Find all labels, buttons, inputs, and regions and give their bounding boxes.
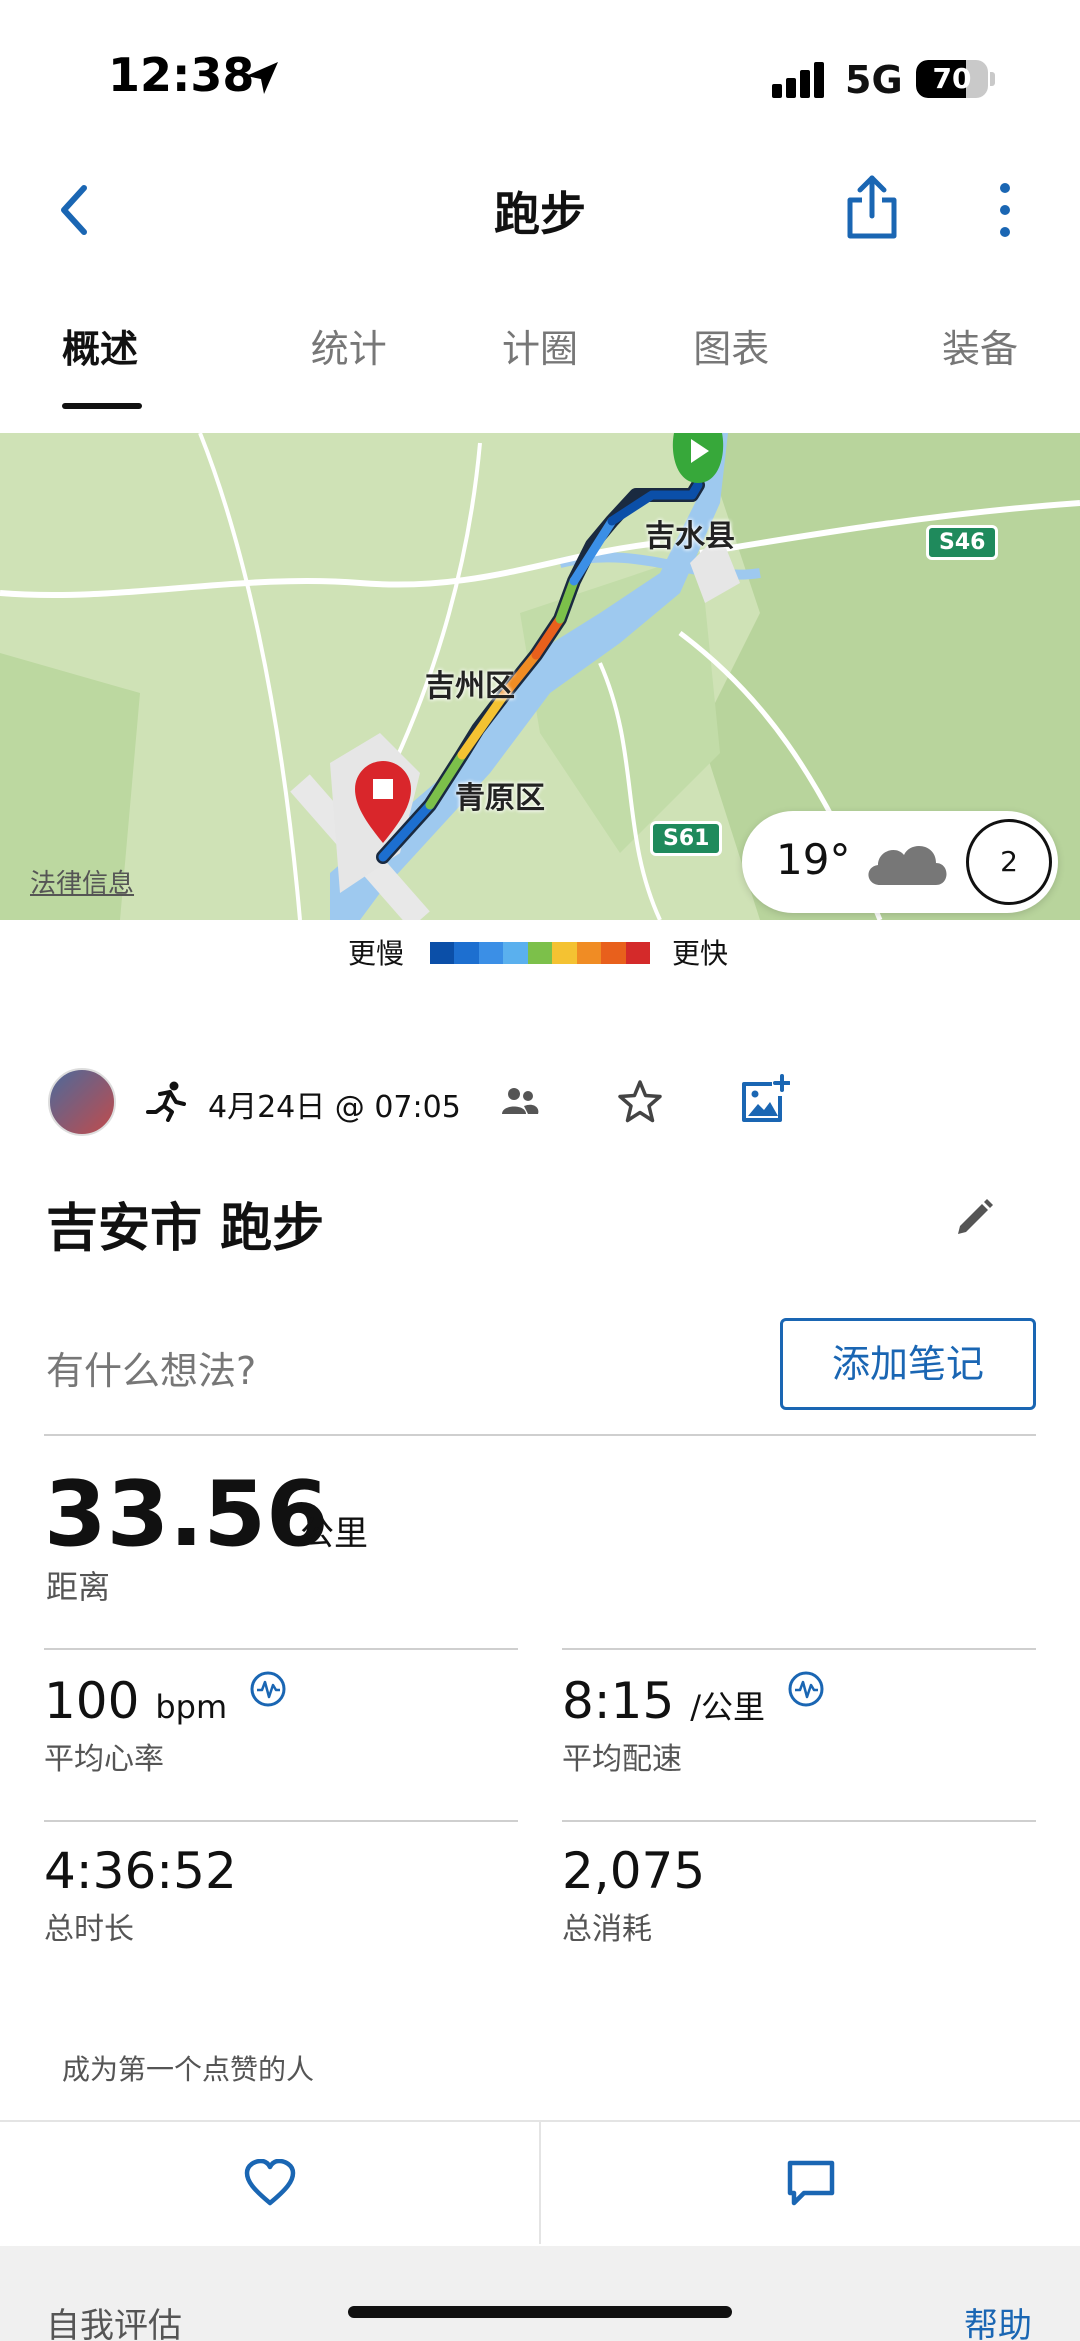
status-time: 12:38 xyxy=(108,48,255,102)
cloud-icon xyxy=(868,845,947,885)
calories-label: 总消耗 xyxy=(562,1912,652,1947)
battery-icon: 70 xyxy=(916,60,988,98)
weather-temperature: 19° xyxy=(776,835,851,884)
avg-hr-value: 100 xyxy=(44,1672,140,1730)
avg-pace-label: 平均配速 xyxy=(562,1742,682,1777)
road-sign-s61: S61 xyxy=(650,821,723,856)
legend-color-swatch xyxy=(503,942,528,964)
total-time-stat: 4:36:52 总时长 xyxy=(44,1842,514,1948)
activity-date: 4月24日 @ 07:05 xyxy=(208,1090,461,1125)
avg-hr-unit: bpm xyxy=(155,1688,228,1726)
legend-slow-label: 更慢 xyxy=(348,937,405,970)
route-map[interactable]: 吉水县 吉州区 青原区 S46 S61 法律信息 19° 2 xyxy=(0,433,1080,920)
heart-icon xyxy=(244,2159,295,2206)
nav-bar: 跑步 xyxy=(0,150,1080,270)
legal-info-link[interactable]: 法律信息 xyxy=(30,863,134,900)
edit-pencil-icon[interactable] xyxy=(952,1196,996,1240)
distance-unit: 公里 xyxy=(300,1514,368,1554)
avg-heart-rate-stat: 100 bpm 平均心率 xyxy=(44,1670,514,1778)
running-icon xyxy=(146,1081,186,1122)
location-arrow-icon xyxy=(246,62,278,94)
like-button[interactable] xyxy=(0,2122,539,2244)
tab-overview[interactable]: 概述 xyxy=(0,300,253,415)
share-icon[interactable] xyxy=(842,172,902,242)
tab-gear[interactable]: 装备 xyxy=(827,300,1080,415)
legend-color-swatch xyxy=(576,942,602,964)
activity-title: 吉安市 跑步 xyxy=(46,1199,325,1259)
avg-hr-label: 平均心率 xyxy=(44,1742,164,1777)
divider xyxy=(562,1820,1036,1822)
weather-badge[interactable]: 19° 2 xyxy=(742,811,1058,913)
home-indicator[interactable] xyxy=(348,2306,732,2318)
avg-pace-unit: /公里 xyxy=(690,1688,765,1726)
legend-color-bar xyxy=(430,942,650,964)
map-label-jizhou: 吉州区 xyxy=(425,669,515,704)
add-note-button[interactable]: 添加笔记 xyxy=(780,1318,1036,1410)
battery-percent: 70 xyxy=(932,62,972,95)
note-prompt[interactable]: 有什么想法? xyxy=(46,1340,256,1395)
self-evaluation-label: 自我评估 xyxy=(46,2306,182,2341)
map-label-qingyuan: 青原区 xyxy=(455,781,545,816)
divider xyxy=(44,1820,518,1822)
calories-value: 2,075 xyxy=(562,1842,706,1900)
heart-rate-sensor-icon[interactable] xyxy=(249,1670,287,1708)
pace-sensor-icon[interactable] xyxy=(787,1670,825,1708)
help-link[interactable]: 帮助 xyxy=(964,2298,1032,2341)
tab-charts[interactable]: 图表 xyxy=(636,300,827,415)
distance-label: 距离 xyxy=(46,1568,111,1606)
comment-icon xyxy=(787,2160,834,2206)
tab-laps[interactable]: 计圈 xyxy=(444,300,635,415)
action-bar xyxy=(0,2120,1080,2244)
legend-color-swatch xyxy=(625,942,650,964)
legend-fast-label: 更快 xyxy=(672,937,729,970)
map-label-jishui: 吉水县 xyxy=(645,519,735,554)
calories-stat: 2,075 总消耗 xyxy=(562,1842,1032,1948)
likes-text: 成为第一个点赞的人 xyxy=(62,2053,315,2086)
people-icon[interactable] xyxy=(500,1084,540,1120)
legend-color-swatch xyxy=(430,942,455,964)
legend-color-swatch xyxy=(478,942,504,964)
network-type: 5G xyxy=(845,58,903,102)
distance-value: 33.56 xyxy=(44,1462,329,1567)
total-time-value: 4:36:52 xyxy=(44,1842,237,1900)
legend-color-swatch xyxy=(552,942,577,964)
page-title: 跑步 xyxy=(494,187,586,241)
divider xyxy=(562,1648,1036,1650)
comment-button[interactable] xyxy=(539,2122,1080,2244)
legend-color-swatch xyxy=(527,942,553,964)
tab-bar: 概述 统计 计圈 图表 装备 xyxy=(0,300,1080,415)
star-icon[interactable] xyxy=(616,1078,664,1126)
battery-tip xyxy=(990,72,995,86)
total-time-label: 总时长 xyxy=(44,1912,134,1947)
tab-stats[interactable]: 统计 xyxy=(253,300,444,415)
signal-icon xyxy=(772,62,824,98)
avatar[interactable] xyxy=(48,1068,116,1136)
divider xyxy=(44,1434,1036,1436)
activity-meta-row: 4月24日 @ 07:05 xyxy=(0,1064,1080,1144)
legend-color-swatch xyxy=(601,942,626,964)
legend-color-swatch xyxy=(454,942,479,964)
bottom-section: 自我评估 帮助 xyxy=(0,2246,1080,2341)
more-vertical-icon[interactable] xyxy=(985,178,1025,242)
avg-pace-stat: 8:15 /公里 平均配速 xyxy=(562,1670,1032,1778)
divider xyxy=(44,1648,518,1650)
pace-legend: 更慢 更快 xyxy=(0,930,1080,978)
wind-speed: 2 xyxy=(966,819,1052,905)
add-photo-icon[interactable] xyxy=(738,1074,790,1126)
road-sign-s46: S46 xyxy=(926,525,999,560)
status-bar: 12:38 5G 70 xyxy=(0,0,1080,150)
avg-pace-value: 8:15 xyxy=(562,1672,675,1730)
